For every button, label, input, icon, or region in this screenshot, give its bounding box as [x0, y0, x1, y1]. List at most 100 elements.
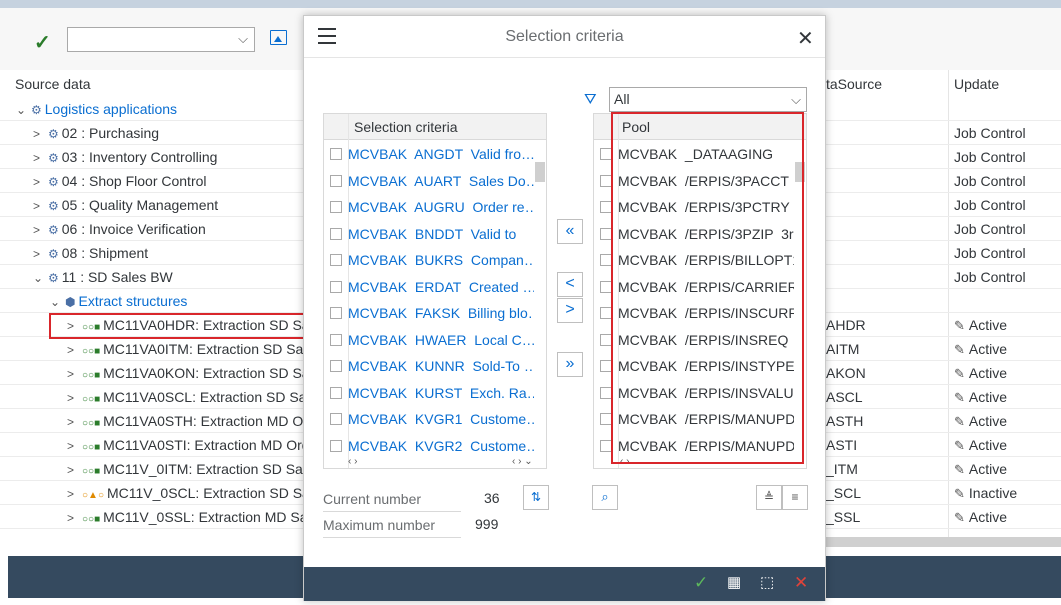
tree-node[interactable]: > ⚙ 04 : Shop Floor Control	[33, 169, 207, 194]
list-item[interactable]: MCVBAK BUKRS Compan…	[324, 247, 546, 274]
update-cell: ✎ Active	[954, 457, 1007, 482]
list-item[interactable]: MCVBAK FAKSK Billing blo…	[324, 300, 546, 327]
check-icon[interactable]: ✓	[34, 30, 51, 55]
expand-arrow-icon[interactable]: >	[67, 338, 79, 362]
move-left-button[interactable]: <	[557, 272, 583, 297]
deselect-all-icon[interactable]: ⬚	[760, 573, 774, 591]
update-value: Job Control	[954, 125, 1026, 141]
expand-arrow-icon[interactable]: ⌄	[33, 266, 45, 290]
filter-icon[interactable]: ⛛	[584, 91, 597, 108]
select-all-icon[interactable]: ▦	[727, 573, 741, 591]
checkbox[interactable]	[330, 413, 342, 425]
variant-select[interactable]: ⌵	[67, 27, 255, 52]
column-header-datasource[interactable]: taSource	[826, 72, 882, 96]
tree-node[interactable]: > ○○■ MC11VA0SCL: Extraction SD Sale	[67, 385, 317, 412]
close-icon[interactable]: ✕	[797, 26, 814, 51]
checkbox[interactable]	[330, 201, 342, 213]
checkbox[interactable]	[330, 254, 342, 266]
checkbox[interactable]	[330, 227, 342, 240]
expand-arrow-icon[interactable]: ⌄	[50, 290, 62, 314]
tree-node[interactable]: ⌄ ⚙ 11 : SD Sales BW	[33, 265, 173, 290]
expand-arrow-icon[interactable]: >	[67, 506, 79, 530]
expand-arrow-icon[interactable]: ⌄	[16, 98, 28, 122]
vertical-scrollbar[interactable]	[534, 140, 546, 458]
checkbox[interactable]	[330, 386, 342, 399]
expand-arrow-icon[interactable]: >	[33, 218, 45, 242]
edit-icon[interactable]: ✎	[954, 414, 965, 429]
update-value: Job Control	[954, 173, 1026, 189]
sort-descending-icon[interactable]: ≡	[782, 485, 808, 510]
list-item[interactable]: MCVBAK HWAER Local C…	[324, 327, 546, 354]
update-cell: Job Control	[954, 241, 1026, 265]
sort-ascending-icon[interactable]: ≜	[756, 485, 782, 510]
checkbox[interactable]	[330, 280, 342, 293]
sort-icon[interactable]: ⇅	[523, 485, 549, 510]
tree-node[interactable]: > ○○■ MC11VA0STI: Extraction MD Ord	[67, 433, 310, 460]
tree-node[interactable]: > ⚙ 02 : Purchasing	[33, 121, 159, 146]
tree-node[interactable]: > ○○■ MC11VA0ITM: Extraction SD Sale	[67, 337, 314, 364]
list-item[interactable]: MCVBAK AUART Sales Do…	[324, 168, 546, 195]
tree-node[interactable]: ⌄ ⚙ Logistics applications	[16, 97, 177, 122]
expand-arrow-icon[interactable]: >	[33, 170, 45, 194]
list-item[interactable]: MCVBAK ANGDT Valid fro…	[324, 141, 546, 168]
tree-node[interactable]: > ○○■ MC11V_0SSL: Extraction MD Sal	[67, 505, 311, 532]
checkbox[interactable]	[330, 174, 342, 187]
edit-icon[interactable]: ✎	[954, 462, 965, 477]
datasource-cell: _SCL	[826, 485, 862, 501]
tree-node[interactable]: > ⚙ 08 : Shipment	[33, 241, 148, 266]
tree-node[interactable]: > ⚙ 06 : Invoice Verification	[33, 217, 206, 242]
expand-arrow-icon[interactable]: >	[67, 458, 79, 482]
list-item[interactable]: MCVBAK ERDAT Created …	[324, 274, 546, 301]
column-header-update[interactable]: Update	[954, 72, 999, 96]
list-item[interactable]: MCVBAK KVGR1 Custome…	[324, 406, 546, 433]
move-all-right-button[interactable]: »	[557, 352, 583, 377]
search-icon[interactable]: ⌕	[592, 485, 618, 510]
edit-icon[interactable]: ✎	[954, 486, 965, 501]
expand-arrow-icon[interactable]: >	[67, 386, 79, 410]
expand-arrow-icon[interactable]: >	[33, 122, 45, 146]
scroll-arrows-icon[interactable]: ‹ › ⌄	[512, 456, 533, 467]
filter-select[interactable]: All ⌵	[609, 87, 807, 112]
edit-icon[interactable]: ✎	[954, 366, 965, 381]
move-all-left-button[interactable]: «	[557, 219, 583, 244]
horizontal-scrollbar[interactable]	[825, 537, 1061, 547]
expand-arrow-icon[interactable]: >	[67, 434, 79, 458]
checkbox[interactable]	[330, 360, 342, 372]
column-header-source[interactable]: Source data	[15, 72, 91, 96]
list-item[interactable]: MCVBAK KUNNR Sold-To …	[324, 353, 546, 380]
expand-arrow-icon[interactable]: >	[67, 362, 79, 386]
move-right-button[interactable]: >	[557, 298, 583, 323]
checkbox[interactable]	[330, 439, 342, 452]
tree-node[interactable]: > ○○■ MC11V_0ITM: Extraction SD Sale	[67, 457, 314, 484]
edit-icon[interactable]: ✎	[954, 318, 965, 333]
tree-node[interactable]: ⌄ ⬢ Extract structures	[50, 289, 187, 314]
scroll-arrows-icon[interactable]: ‹ ›	[348, 456, 357, 467]
tree-node[interactable]: > ⚙ 03 : Inventory Controlling	[33, 145, 217, 170]
status-icon: ○○■	[82, 346, 101, 357]
checkbox[interactable]	[330, 307, 342, 319]
checkbox[interactable]	[330, 148, 342, 160]
tree-node[interactable]: > ○▲○ MC11V_0SCL: Extraction SD Sale	[67, 481, 321, 508]
cancel-icon[interactable]: ✕	[794, 573, 808, 593]
image-icon[interactable]	[270, 30, 287, 45]
expand-arrow-icon[interactable]: >	[33, 242, 45, 266]
datasource-cell: ASTH	[826, 413, 864, 429]
edit-icon[interactable]: ✎	[954, 390, 965, 405]
edit-icon[interactable]: ✎	[954, 510, 965, 525]
tree-node[interactable]: > ○○■ MC11VA0KON: Extraction SD Sal	[67, 361, 313, 388]
scroll-thumb[interactable]	[535, 162, 545, 182]
expand-arrow-icon[interactable]: >	[33, 146, 45, 170]
edit-icon[interactable]: ✎	[954, 342, 965, 357]
expand-arrow-icon[interactable]: >	[67, 410, 79, 434]
checkbox[interactable]	[330, 333, 342, 346]
list-item[interactable]: MCVBAK AUGRU Order re…	[324, 194, 546, 221]
edit-icon[interactable]: ✎	[954, 438, 965, 453]
datasource-cell: ASTI	[826, 437, 858, 453]
expand-arrow-icon[interactable]: >	[67, 482, 79, 506]
list-item[interactable]: MCVBAK KURST Exch. Ra…	[324, 380, 546, 407]
confirm-icon[interactable]: ✓	[694, 573, 708, 593]
expand-arrow-icon[interactable]: >	[33, 194, 45, 218]
tree-node[interactable]: > ⚙ 05 : Quality Management	[33, 193, 218, 218]
tree-node[interactable]: > ○○■ MC11VA0STH: Extraction MD Ord	[67, 409, 316, 436]
list-item[interactable]: MCVBAK BNDDT Valid to	[324, 221, 546, 248]
